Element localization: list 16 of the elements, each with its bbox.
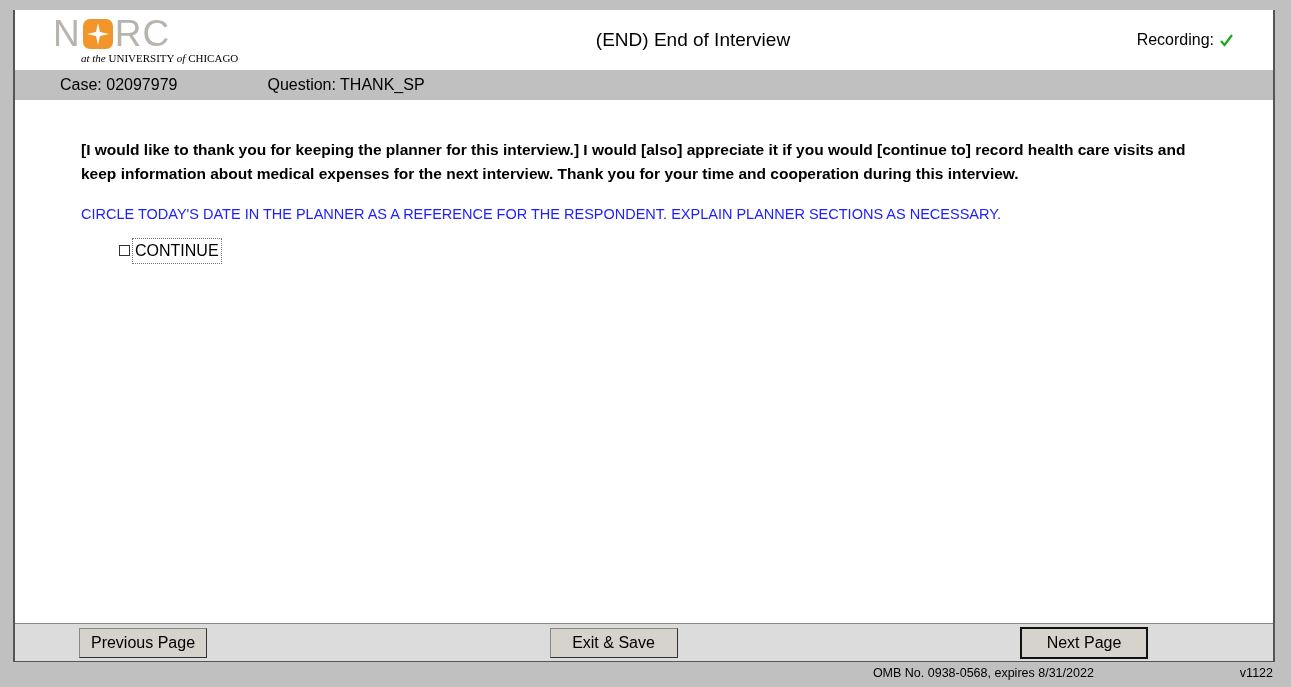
window-title: (END) End of Interview [594,27,792,52]
nav-button[interactable]: Previous Page [79,627,207,658]
logo-text: RC [114,16,171,52]
question-id: Question: THANK_SP [267,75,425,95]
checkbox[interactable] [119,245,130,257]
question-text: [I would like to thank you for keeping the planner for this interview.] I would [also] appreciate it if you would [continue to] record health care visits and keep information about medical expenses for the next interview. Thank you for your time and cooperation during this interview. [81,140,1187,184]
interviewer-instruction: CIRCLE TODAY'S DATE IN THE PLANNER AS A REFERENCE FOR THE RESPONDENT. EXPLAIN PLANNER SECTIONS AS NECESSARY. [81,205,1002,224]
option-label[interactable]: CONTINUE [132,237,222,264]
nav-button[interactable]: Exit & Save [549,627,678,658]
nav-button[interactable]: Next Page [1020,626,1148,659]
omb-notice: OMB No. 0938-0568, expires 8/31/2022 [872,665,1094,682]
version-label: v1122 [1239,665,1273,682]
case-number: Case: 02097979 [60,75,178,95]
star-square-icon [81,18,114,50]
recording-label: Recording: [1136,30,1214,50]
logo-text: N [53,16,81,52]
